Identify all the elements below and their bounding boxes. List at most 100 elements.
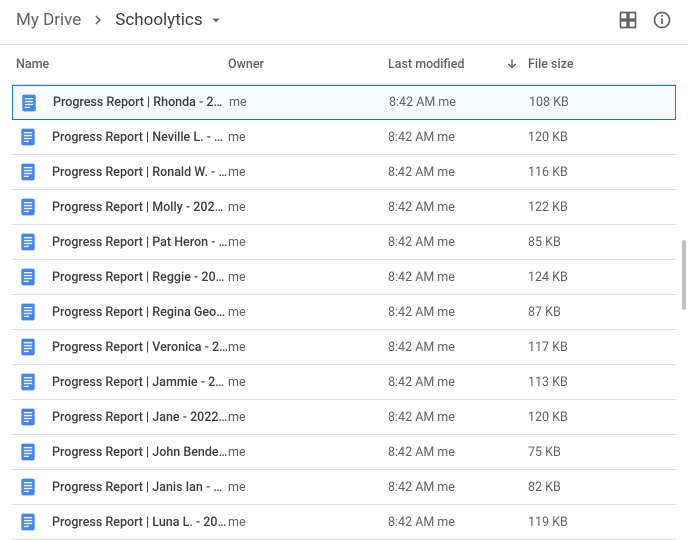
modified-time: 8:42 AM (388, 165, 434, 180)
caret-down-icon (207, 11, 225, 29)
breadcrumb-root[interactable]: My Drive (16, 10, 81, 30)
cell-name: Progress Report | Reggie - 2022-05-... (12, 267, 228, 287)
docs-file-icon (18, 337, 38, 357)
column-header-name[interactable]: Name (12, 57, 228, 72)
modified-by: me (437, 130, 455, 145)
table-row[interactable]: Progress Report | Pat Heron - 2022-...me… (12, 225, 676, 260)
table-header: Name Owner Last modified File size (12, 45, 676, 85)
column-header-owner[interactable]: Owner (228, 57, 388, 72)
table-row[interactable]: Progress Report | Jane - 2022-05-17...me… (12, 400, 676, 435)
cell-name: Progress Report | Ronald W. - 2022-0... (12, 162, 228, 182)
modified-time: 8:42 AM (388, 515, 434, 530)
file-name: Progress Report | Reggie - 2022-05-... (52, 270, 228, 285)
modified-by: me (437, 340, 455, 355)
table-row[interactable]: Progress Report | Janis Ian - 2022-0...m… (12, 470, 676, 505)
docs-file-icon (18, 127, 38, 147)
scrollbar[interactable] (682, 240, 686, 310)
cell-owner: me (228, 165, 388, 180)
docs-file-icon (18, 407, 38, 427)
cell-modified: 8:42 AMme (388, 235, 528, 250)
cell-size: 116 KB (528, 165, 676, 180)
modified-time: 8:42 AM (388, 235, 434, 250)
modified-by: me (437, 165, 455, 180)
modified-time: 8:42 AM (388, 375, 434, 390)
column-header-modified[interactable]: Last modified (388, 57, 528, 73)
cell-modified: 8:42 AMme (388, 375, 528, 390)
cell-modified: 8:42 AMme (388, 270, 528, 285)
info-button[interactable] (652, 10, 672, 30)
table-row[interactable]: Progress Report | Reggie - 2022-05-...me… (12, 260, 676, 295)
header: My Drive Schoolytics (12, 0, 676, 44)
modified-by: me (437, 515, 455, 530)
cell-size: 119 KB (528, 515, 676, 530)
table-body: Progress Report | Rhonda - 2022-05-... me… (12, 85, 676, 540)
cell-modified: 8:42 AMme (388, 410, 528, 425)
column-header-size[interactable]: File size (528, 57, 676, 72)
docs-file-icon (18, 442, 38, 462)
table-row[interactable]: Progress Report | Molly - 2022-05-1...me… (12, 190, 676, 225)
docs-file-icon (18, 477, 38, 497)
cell-size: 108 KB (529, 95, 675, 110)
cell-size: 82 KB (528, 480, 676, 495)
cell-owner: me (228, 200, 388, 215)
cell-name: Progress Report | Regina George - 2... (12, 302, 228, 322)
modified-by: me (437, 270, 455, 285)
modified-time: 8:42 AM (388, 410, 434, 425)
file-name: Progress Report | Ronald W. - 2022-0... (52, 165, 228, 180)
cell-name: Progress Report | Rhonda - 2022-05-... (13, 93, 229, 113)
file-table: Name Owner Last modified File size Progr… (12, 45, 676, 540)
table-row[interactable]: Progress Report | Veronica - 2022-0...me… (12, 330, 676, 365)
info-icon (652, 10, 672, 30)
table-row[interactable]: Progress Report | John Bender - 202... me… (12, 435, 676, 470)
docs-file-icon (18, 302, 38, 322)
cell-owner: me (228, 340, 388, 355)
cell-owner: me (228, 410, 388, 425)
cell-modified: 8:42 AMme (388, 480, 528, 495)
cell-size: 124 KB (528, 270, 676, 285)
grid-icon (618, 10, 638, 30)
grid-view-button[interactable] (618, 10, 638, 30)
file-name: Progress Report | Jammie - 2022-05... (52, 375, 228, 390)
table-row[interactable]: Progress Report | Ronald W. - 2022-0...m… (12, 155, 676, 190)
modified-time: 8:42 AM (388, 270, 434, 285)
file-name: Progress Report | Regina George - 2... (52, 305, 228, 320)
cell-owner: me (228, 375, 388, 390)
modified-by: me (438, 95, 456, 110)
cell-owner: me (228, 480, 388, 495)
docs-file-icon (18, 267, 38, 287)
cell-modified: 8:42 AMme (388, 130, 528, 145)
modified-time: 8:42 AM (388, 130, 434, 145)
table-row[interactable]: Progress Report | Rhonda - 2022-05-... me… (12, 85, 676, 120)
file-name: Progress Report | John Bender - 202... (52, 445, 228, 460)
cell-modified: 8:42 AMme (388, 165, 528, 180)
table-row[interactable]: Progress Report | Luna L. - 2022-05-... m… (12, 505, 676, 540)
docs-file-icon (18, 512, 38, 532)
cell-owner: me (228, 235, 388, 250)
table-row[interactable]: Progress Report | Regina George - 2...me… (12, 295, 676, 330)
cell-name: Progress Report | John Bender - 202... (12, 442, 228, 462)
cell-name: Progress Report | Neville L. - 2022-0... (12, 127, 228, 147)
docs-file-icon (19, 93, 39, 113)
cell-name: Progress Report | Jane - 2022-05-17... (12, 407, 228, 427)
cell-size: 75 KB (528, 445, 676, 460)
modified-by: me (437, 445, 455, 460)
cell-size: 122 KB (528, 200, 676, 215)
modified-time: 8:42 AM (388, 480, 434, 495)
modified-time: 8:42 AM (388, 200, 434, 215)
file-name: Progress Report | Rhonda - 2022-05-... (53, 95, 229, 110)
cell-name: Progress Report | Luna L. - 2022-05-... (12, 512, 228, 532)
modified-time: 8:42 AM (389, 95, 435, 110)
cell-modified: 8:42 AMme (389, 95, 529, 110)
breadcrumb: My Drive Schoolytics (16, 10, 225, 30)
table-row[interactable]: Progress Report | Jammie - 2022-05...me8… (12, 365, 676, 400)
cell-owner: me (228, 305, 388, 320)
breadcrumb-current[interactable]: Schoolytics (115, 10, 224, 30)
table-row[interactable]: Progress Report | Neville L. - 2022-0...… (12, 120, 676, 155)
cell-size: 113 KB (528, 375, 676, 390)
cell-modified: 8:42 AMme (388, 340, 528, 355)
cell-name: Progress Report | Veronica - 2022-0... (12, 337, 228, 357)
cell-modified: 8:42 AMme (388, 200, 528, 215)
cell-owner: me (228, 270, 388, 285)
file-name: Progress Report | Luna L. - 2022-05-... (52, 515, 228, 530)
modified-time: 8:42 AM (388, 340, 434, 355)
